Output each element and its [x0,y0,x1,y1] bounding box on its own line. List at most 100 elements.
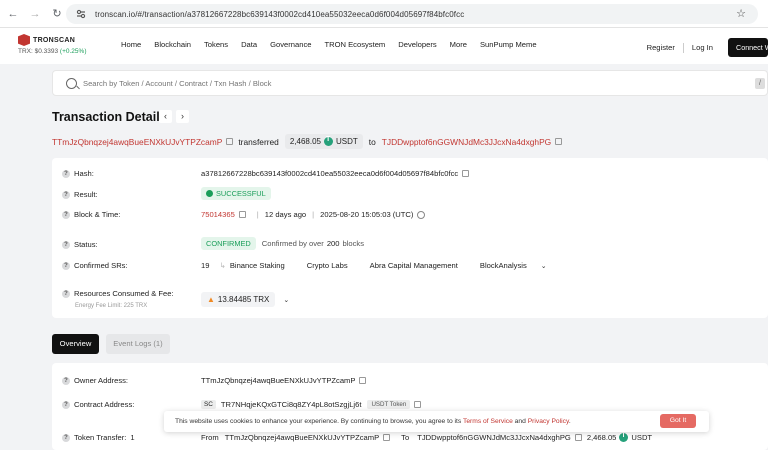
nav-sunpump-meme[interactable]: SunPump Meme [480,40,537,49]
copy-icon[interactable] [383,434,391,441]
chevron-down-icon[interactable]: ⌄ [283,296,289,304]
help-icon[interactable]: ? [62,289,70,298]
help-icon[interactable]: ? [62,169,70,178]
hash-label: Hash: [74,169,94,178]
site-settings-icon[interactable] [75,8,87,20]
copy-icon[interactable] [359,377,367,384]
sr-item[interactable]: Abra Capital Management [370,261,458,270]
register-link[interactable]: Register [647,43,675,52]
sr-item[interactable]: Binance Staking [230,261,285,270]
header-actions: Register Log In Connect W [647,38,768,57]
copy-icon[interactable] [238,211,246,218]
next-transaction-button[interactable]: › [176,110,189,123]
token-transfer-row: ? Token Transfer: 1 [62,433,135,442]
status-badge: CONFIRMED [201,237,256,250]
back-icon[interactable]: ← [6,7,20,21]
tab-overview[interactable]: Overview [52,334,99,354]
nav-governance[interactable]: Governance [270,40,311,49]
confirmed-srs-label: Confirmed SRs: [74,261,128,270]
nav-blockchain[interactable]: Blockchain [154,40,191,49]
search-shortcut-key: / [755,78,765,89]
got-it-button[interactable]: Got It [660,414,696,428]
trx-price-change: (+0.25%) [59,48,87,55]
chevron-down-icon[interactable]: ⌄ [541,262,547,270]
result-value-wrap: SUCCESSFUL [201,187,271,200]
summary-to-address[interactable]: TJDDwpptof6nGGWNJdMc3JJcxNa4dxghPG [382,137,551,147]
contract-label: Contract Address: [74,400,135,409]
help-icon[interactable]: ? [62,240,70,249]
url-text[interactable]: tronscan.io/#/transaction/a37812667228bc… [95,10,464,19]
forward-icon[interactable]: → [28,7,42,21]
help-icon[interactable]: ? [62,376,70,385]
confirmed-srs-list: 19 ↳ Binance Staking Crypto Labs Abra Ca… [201,261,547,270]
resources-label: Resources Consumed & Fee: [74,289,174,298]
clock-icon[interactable] [417,210,426,219]
copy-icon[interactable] [555,138,563,145]
nav-developers[interactable]: Developers [398,40,436,49]
sr-item[interactable]: Crypto Labs [307,261,348,270]
help-icon[interactable]: ? [62,433,70,442]
transfer-summary: TTmJzQbnqzej4awqBueENXkUJvYTPZcamP trans… [52,134,567,149]
help-icon[interactable]: ? [62,190,70,199]
search-input[interactable] [83,78,683,88]
energy-fee-limit: Energy Fee Limit: 225 TRX [75,303,148,309]
nav-tron-ecosystem[interactable]: TRON Ecosystem [324,40,385,49]
nav-data[interactable]: Data [241,40,257,49]
cookie-message: This website uses cookies to enhance you… [175,418,571,425]
transfer-from-address[interactable]: TTmJzQbnqzej4awqBueENXkUJvYTPZcamP [225,433,379,442]
copy-icon[interactable] [574,434,582,441]
block-timestamp: 2025-08-20 15:05:03 (UTC) [320,210,414,219]
token-transfer-count: 1 [130,433,135,442]
copy-icon[interactable] [226,138,234,145]
connect-wallet-button[interactable]: Connect W [728,38,768,57]
contract-address[interactable]: TR7NHqjeKQxGTCi8q8ZY4pL8otSzgjLj6t [221,400,362,409]
help-icon[interactable]: ? [62,400,70,409]
privacy-link[interactable]: Privacy Policy [528,418,569,425]
search-bar: / [52,70,768,96]
login-link[interactable]: Log In [692,43,713,52]
tronscan-logo[interactable]: TRONSCAN [18,33,78,47]
copy-icon[interactable] [414,401,422,408]
nav-tokens[interactable]: Tokens [204,40,228,49]
hash-row: ? Hash: [62,169,94,178]
result-badge: SUCCESSFUL [201,187,271,200]
usdt-icon [323,136,333,146]
branch-icon: ↳ [219,261,226,270]
address-bar[interactable]: tronscan.io/#/transaction/a37812667228bc… [66,4,758,24]
terms-link[interactable]: Terms of Service [463,418,513,425]
transfer-to-address[interactable]: TJDDwpptof6nGGWNJdMc3JJcxNa4dxghPG [417,433,571,442]
summary-from-address[interactable]: TTmJzQbnqzej4awqBueENXkUJvYTPZcamP [52,137,222,147]
sr-item[interactable]: BlockAnalysis [480,261,527,270]
cookie-banner: This website uses cookies to enhance you… [164,411,709,432]
contract-tag: USDT Token [367,400,411,409]
tronscan-logo-icon [18,34,30,46]
cookie-text: This website uses cookies to enhance you… [175,418,462,425]
copy-icon[interactable] [462,170,470,177]
divider [682,42,684,53]
reload-icon[interactable]: ↻ [50,7,64,21]
logo-text: TRONSCAN [33,36,76,44]
fee-pill[interactable]: ▲ 13.84485 TRX [201,292,276,307]
owner-row: ? Owner Address: [62,376,128,385]
block-time-label: Block & Time: [74,210,121,219]
help-icon[interactable]: ? [62,261,70,270]
trx-price-value: TRX: $0.3393 [18,48,59,55]
prev-transaction-button[interactable]: ‹ [159,110,172,123]
summary-verb: transferred [238,136,279,147]
confirmed-by-prefix: Confirmed by over [261,239,324,248]
transfer-token[interactable]: USDT [631,433,652,442]
bookmark-star-icon[interactable]: ☆ [736,7,746,20]
help-icon[interactable]: ? [62,210,70,219]
nav-home[interactable]: Home [121,40,141,49]
block-number-link[interactable]: 75014365 [201,210,235,219]
result-value: SUCCESSFUL [216,189,266,198]
nav-more[interactable]: More [450,40,467,49]
token-transfer-wrap: From TTmJzQbnqzej4awqBueENXkUJvYTPZcamP … [201,432,652,442]
hash-value-wrap: a37812667228bc639143f0002cd410ea55032eec… [201,169,474,178]
main-nav: Home Blockchain Tokens Data Governance T… [121,40,550,49]
summary-token[interactable]: USDT [336,137,358,146]
owner-address[interactable]: TTmJzQbnqzej4awqBueENXkUJvYTPZcamP [201,376,355,385]
divider: | [256,210,259,219]
tab-event-logs[interactable]: Event Logs (1) [106,334,170,354]
trx-price: TRX: $0.3393 (+0.25%) [18,48,86,55]
